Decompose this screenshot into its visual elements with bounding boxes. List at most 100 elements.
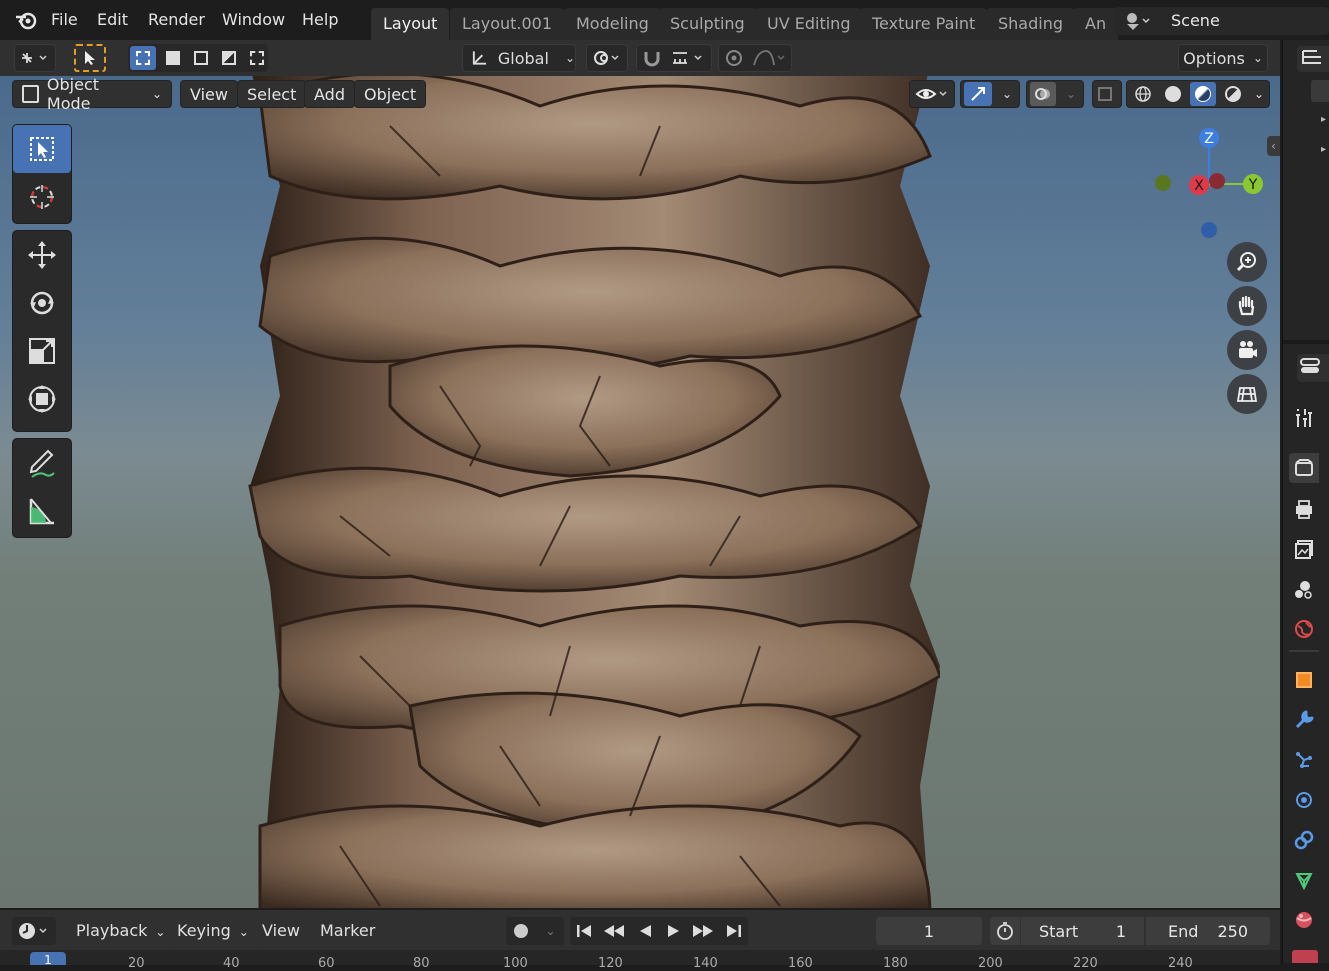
output-properties-icon[interactable] bbox=[1289, 494, 1319, 524]
menu-file[interactable]: File bbox=[51, 10, 78, 29]
rotate-tool[interactable] bbox=[13, 279, 71, 327]
snap-group[interactable] bbox=[636, 44, 712, 72]
rendered-shading-icon[interactable] bbox=[1220, 82, 1246, 106]
record-icon[interactable] bbox=[514, 924, 529, 938]
viewport-menu-select[interactable]: Select bbox=[237, 80, 307, 108]
particles-icon[interactable] bbox=[1289, 745, 1319, 775]
navigation-gizmo[interactable]: Z Y X bbox=[1145, 124, 1275, 244]
wireframe-shading-icon[interactable] bbox=[1130, 82, 1156, 106]
world-properties-icon[interactable] bbox=[1289, 614, 1319, 644]
expand-arrow-icon[interactable]: ▸ bbox=[1321, 144, 1326, 155]
select-box-tool[interactable] bbox=[13, 125, 71, 173]
overlays-group[interactable]: ⌄ bbox=[1026, 80, 1084, 108]
chevron-down-icon[interactable]: ⌄ bbox=[1254, 87, 1264, 101]
modifier-wrench-icon[interactable] bbox=[1289, 705, 1319, 735]
measure-tool[interactable] bbox=[13, 487, 71, 535]
menu-edit[interactable]: Edit bbox=[97, 10, 128, 29]
pan-hand-icon[interactable] bbox=[1227, 286, 1267, 326]
play-icon[interactable] bbox=[663, 922, 683, 940]
viewport-menu-add[interactable]: Add bbox=[304, 80, 355, 108]
constraint-properties-icon[interactable] bbox=[1289, 825, 1319, 855]
zoom-icon[interactable] bbox=[1227, 242, 1267, 282]
stopwatch-icon[interactable] bbox=[990, 917, 1020, 945]
xray-toggle-icon[interactable] bbox=[1092, 80, 1122, 108]
eye-icon bbox=[915, 89, 947, 99]
tab-layout-001[interactable]: Layout.001 bbox=[450, 8, 565, 40]
ruler-tick-label: 140 bbox=[693, 956, 718, 971]
auto-keying-group[interactable]: ⌄ bbox=[506, 917, 564, 945]
scale-tool[interactable] bbox=[13, 327, 71, 375]
object-properties-icon[interactable] bbox=[1289, 665, 1319, 695]
gizmo-icon[interactable] bbox=[964, 82, 992, 106]
viewport-menu-view[interactable]: View bbox=[180, 80, 238, 108]
gizmo-toggle-group[interactable]: ⌄ bbox=[960, 80, 1020, 108]
transform-tool[interactable] bbox=[13, 375, 71, 423]
jump-end-icon[interactable] bbox=[724, 922, 744, 940]
chevron-down-icon[interactable]: ⌄ bbox=[545, 924, 555, 938]
menu-render[interactable]: Render bbox=[148, 10, 205, 29]
mode-dropdown[interactable]: Object Mode ⌄ bbox=[12, 76, 172, 113]
playback-menu[interactable]: Playback ⌄ bbox=[66, 915, 176, 945]
outliner-editor-icon[interactable] bbox=[1297, 46, 1329, 72]
end-frame-field[interactable]: End 250 bbox=[1146, 917, 1270, 945]
orthographic-grid-icon[interactable] bbox=[1227, 374, 1267, 414]
timeline-menu-view[interactable]: View bbox=[262, 921, 300, 940]
start-frame-field[interactable]: Start 1 bbox=[1021, 917, 1144, 945]
blender-logo-icon[interactable] bbox=[14, 9, 38, 31]
physics-properties-icon[interactable] bbox=[1289, 785, 1319, 815]
3d-viewport[interactable]: Object Mode ⌄ View Select Add Object ⌄ ⌄… bbox=[0, 76, 1280, 908]
scene-selector[interactable]: Scene bbox=[1115, 7, 1329, 35]
object-data-mesh-icon[interactable] bbox=[1289, 865, 1319, 895]
outliner-filter-icon[interactable] bbox=[1311, 80, 1329, 102]
next-keyframe-icon[interactable] bbox=[691, 922, 715, 940]
properties-editor-icon[interactable] bbox=[1297, 354, 1329, 382]
chevron-down-icon: ⌄ bbox=[1066, 87, 1077, 101]
select-intersect-icon[interactable] bbox=[246, 47, 268, 69]
viewport-menu-object[interactable]: Object bbox=[354, 80, 427, 108]
menu-window[interactable]: Window bbox=[222, 10, 285, 29]
keying-menu[interactable]: Keying ⌄ bbox=[167, 915, 259, 945]
select-extend-icon[interactable] bbox=[162, 47, 184, 69]
overlays-icon[interactable] bbox=[1030, 82, 1056, 106]
pivot-point-button[interactable] bbox=[586, 44, 628, 72]
current-frame-field[interactable]: 1 bbox=[876, 917, 982, 945]
tab-shading[interactable]: Shading bbox=[986, 8, 1075, 40]
jump-start-icon[interactable] bbox=[574, 922, 594, 940]
material-preview-shading-icon[interactable] bbox=[1190, 82, 1216, 106]
tool-settings-icon[interactable] bbox=[1289, 403, 1319, 433]
tab-animation[interactable]: An bbox=[1073, 8, 1119, 40]
render-properties-icon[interactable] bbox=[1289, 453, 1319, 483]
visibility-dropdown[interactable] bbox=[909, 80, 955, 108]
cursor-tool[interactable] bbox=[13, 173, 71, 221]
annotate-tool[interactable] bbox=[13, 439, 71, 487]
select-box-tool-icon[interactable] bbox=[74, 44, 106, 72]
sidebar-toggle-arrow-icon[interactable]: ‹ bbox=[1267, 136, 1280, 156]
tab-modeling[interactable]: Modeling bbox=[564, 8, 661, 40]
orientation-dropdown[interactable]: Global ⌄ bbox=[462, 44, 576, 72]
scene-properties-icon[interactable] bbox=[1289, 574, 1319, 604]
select-subtract-icon[interactable] bbox=[190, 47, 212, 69]
move-tool[interactable] bbox=[13, 231, 71, 279]
proportional-edit-group[interactable] bbox=[718, 44, 792, 72]
timeline-editor-type-icon[interactable] bbox=[12, 917, 56, 945]
options-dropdown[interactable]: Options ⌄ bbox=[1178, 44, 1268, 72]
view-layer-properties-icon[interactable] bbox=[1289, 534, 1319, 564]
playhead-frame-indicator[interactable]: 1 bbox=[30, 952, 66, 967]
select-new-icon[interactable] bbox=[130, 46, 156, 70]
tree-trunk-object[interactable] bbox=[240, 76, 940, 908]
solid-shading-icon[interactable] bbox=[1160, 82, 1186, 106]
prev-keyframe-icon[interactable] bbox=[602, 922, 626, 940]
timeline-menu-marker[interactable]: Marker bbox=[320, 921, 375, 940]
material-properties-icon[interactable] bbox=[1289, 905, 1319, 935]
menu-help[interactable]: Help bbox=[302, 10, 338, 29]
tab-layout[interactable]: Layout bbox=[371, 8, 450, 40]
tab-uv-editing[interactable]: UV Editing bbox=[755, 8, 863, 40]
texture-properties-icon[interactable] bbox=[1292, 950, 1318, 963]
tab-sculpting[interactable]: Sculpting bbox=[658, 8, 757, 40]
expand-arrow-icon[interactable]: ▸ bbox=[1321, 114, 1326, 125]
tab-texture-paint[interactable]: Texture Paint bbox=[860, 8, 988, 40]
play-reverse-icon[interactable] bbox=[635, 922, 655, 940]
camera-view-icon[interactable] bbox=[1227, 330, 1267, 370]
editor-type-button[interactable] bbox=[14, 44, 56, 72]
select-invert-icon[interactable] bbox=[218, 47, 240, 69]
